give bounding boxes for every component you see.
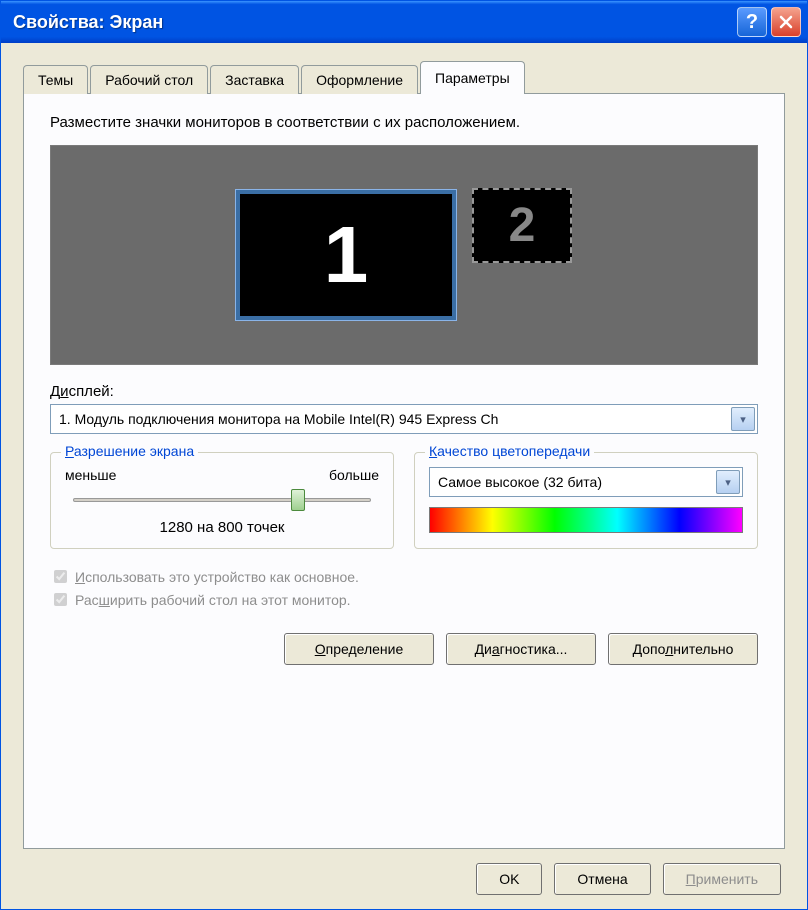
color-quality-group: Качество цветопередачи Самое высокое (32… [414,452,758,549]
chevron-down-icon[interactable]: ▾ [716,470,740,494]
troubleshoot-button[interactable]: Диагностика... [446,633,596,665]
chevron-down-icon[interactable]: ▾ [731,407,755,431]
display-selected: 1. Модуль подключения монитора на Mobile… [51,411,729,427]
display-field: Дисплей: 1. Модуль подключения монитора … [50,383,758,434]
color-spectrum-bar [429,507,743,533]
slider-thumb[interactable] [291,489,305,511]
monitor-secondary[interactable]: 2 [472,188,572,263]
extend-desktop-checkbox: Расширить рабочий стол на этот монитор. [50,590,758,609]
tab-themes[interactable]: Темы [23,65,88,94]
color-quality-legend: Качество цветопередачи [425,443,594,459]
slider-less-label: меньше [65,467,116,483]
display-dropdown[interactable]: 1. Модуль подключения монитора на Mobile… [50,404,758,434]
inner-button-row: Определение Диагностика... Дополнительно [50,633,758,665]
tab-desktop[interactable]: Рабочий стол [90,65,208,94]
advanced-button[interactable]: Дополнительно [608,633,758,665]
ok-button[interactable]: OK [476,863,542,895]
color-quality-dropdown[interactable]: Самое высокое (32 бита) ▾ [429,467,743,497]
help-button[interactable]: ? [737,7,767,37]
slider-more-label: больше [329,467,379,483]
slider-labels: меньше больше [65,467,379,483]
client-area: Темы Рабочий стол Заставка Оформление Па… [1,43,807,909]
dialog-button-row: OK Отмена Применить [23,849,785,895]
identify-button[interactable]: Определение [284,633,434,665]
tab-screensaver[interactable]: Заставка [210,65,299,94]
settings-columns: Разрешение экрана меньше больше 1280 на … [50,452,758,549]
tabstrip: Темы Рабочий стол Заставка Оформление Па… [23,61,785,94]
resolution-group: Разрешение экрана меньше больше 1280 на … [50,452,394,549]
close-icon [779,15,793,29]
cancel-button[interactable]: Отмена [554,863,650,895]
primary-checkbox-input [54,570,67,583]
window-title: Свойства: Экран [13,12,733,33]
resolution-value: 1280 на 800 точек [65,519,379,536]
color-quality-selected: Самое высокое (32 бита) [430,474,714,490]
use-as-primary-checkbox: Использовать это устройство как основное… [50,567,758,586]
titlebar[interactable]: Свойства: Экран ? [1,1,807,43]
close-button[interactable] [771,7,801,37]
slider-track [73,498,371,502]
monitor-arrangement-area[interactable]: 1 2 [50,145,758,365]
display-label: Дисплей: [50,383,758,400]
apply-button: Применить [663,863,781,895]
resolution-slider[interactable] [65,489,379,511]
tab-appearance[interactable]: Оформление [301,65,418,94]
tab-settings[interactable]: Параметры [420,61,525,94]
instruction-text: Разместите значки мониторов в соответств… [50,114,758,131]
tab-page: Разместите значки мониторов в соответств… [23,93,785,849]
checkbox-group: Использовать это устройство как основное… [50,563,758,613]
monitor-primary[interactable]: 1 [236,190,456,320]
extend-checkbox-input [54,593,67,606]
resolution-legend: Разрешение экрана [61,443,198,459]
window: Свойства: Экран ? Темы Рабочий стол Заст… [0,0,808,910]
